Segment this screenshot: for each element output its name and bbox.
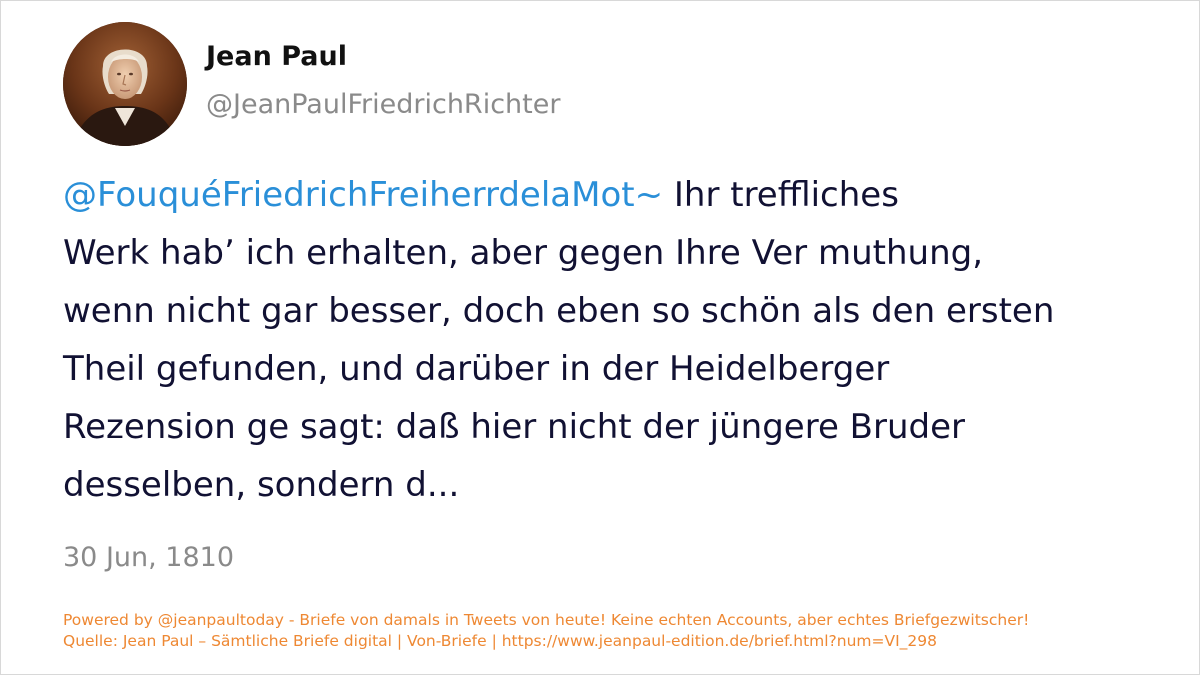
tweet-card: Jean Paul @JeanPaulFriedrichRichter @Fou…	[0, 0, 1200, 675]
display-name[interactable]: Jean Paul	[206, 41, 347, 72]
tweet-date: 30 Jun, 1810	[63, 542, 235, 573]
tweet-line: Werk hab’ ich erhalten, aber gegen Ihre …	[63, 233, 984, 273]
portrait-avatar[interactable]	[63, 22, 187, 146]
tweet-line: Theil gefunden, und darüber in der Heide…	[63, 349, 890, 389]
source-text: Quelle: Jean Paul – Sämtliche Briefe dig…	[63, 632, 938, 650]
footer: Powered by @jeanpaultoday - Briefe von d…	[63, 610, 1029, 652]
tweet-line: desselben, sondern d...	[63, 465, 460, 505]
powered-by-text: Powered by @jeanpaultoday - Briefe von d…	[63, 611, 1030, 629]
mention-link[interactable]: @FouquéFriedrichFreiherrdelaMot~	[63, 175, 663, 215]
tweet-line: @FouquéFriedrichFreiherrdelaMot~ Ihr tre…	[63, 166, 1163, 224]
tweet-line: wenn nicht gar besser, doch eben so schö…	[63, 291, 1055, 331]
portrait-icon	[63, 22, 187, 146]
tweet-line: Rezension ge sagt: daß hier nicht der jü…	[63, 407, 966, 447]
tweet-text-segment: Ihr treffliches	[663, 175, 899, 215]
tweet-text: @FouquéFriedrichFreiherrdelaMot~ Ihr tre…	[63, 166, 1163, 514]
user-handle[interactable]: @JeanPaulFriedrichRichter	[206, 89, 560, 120]
